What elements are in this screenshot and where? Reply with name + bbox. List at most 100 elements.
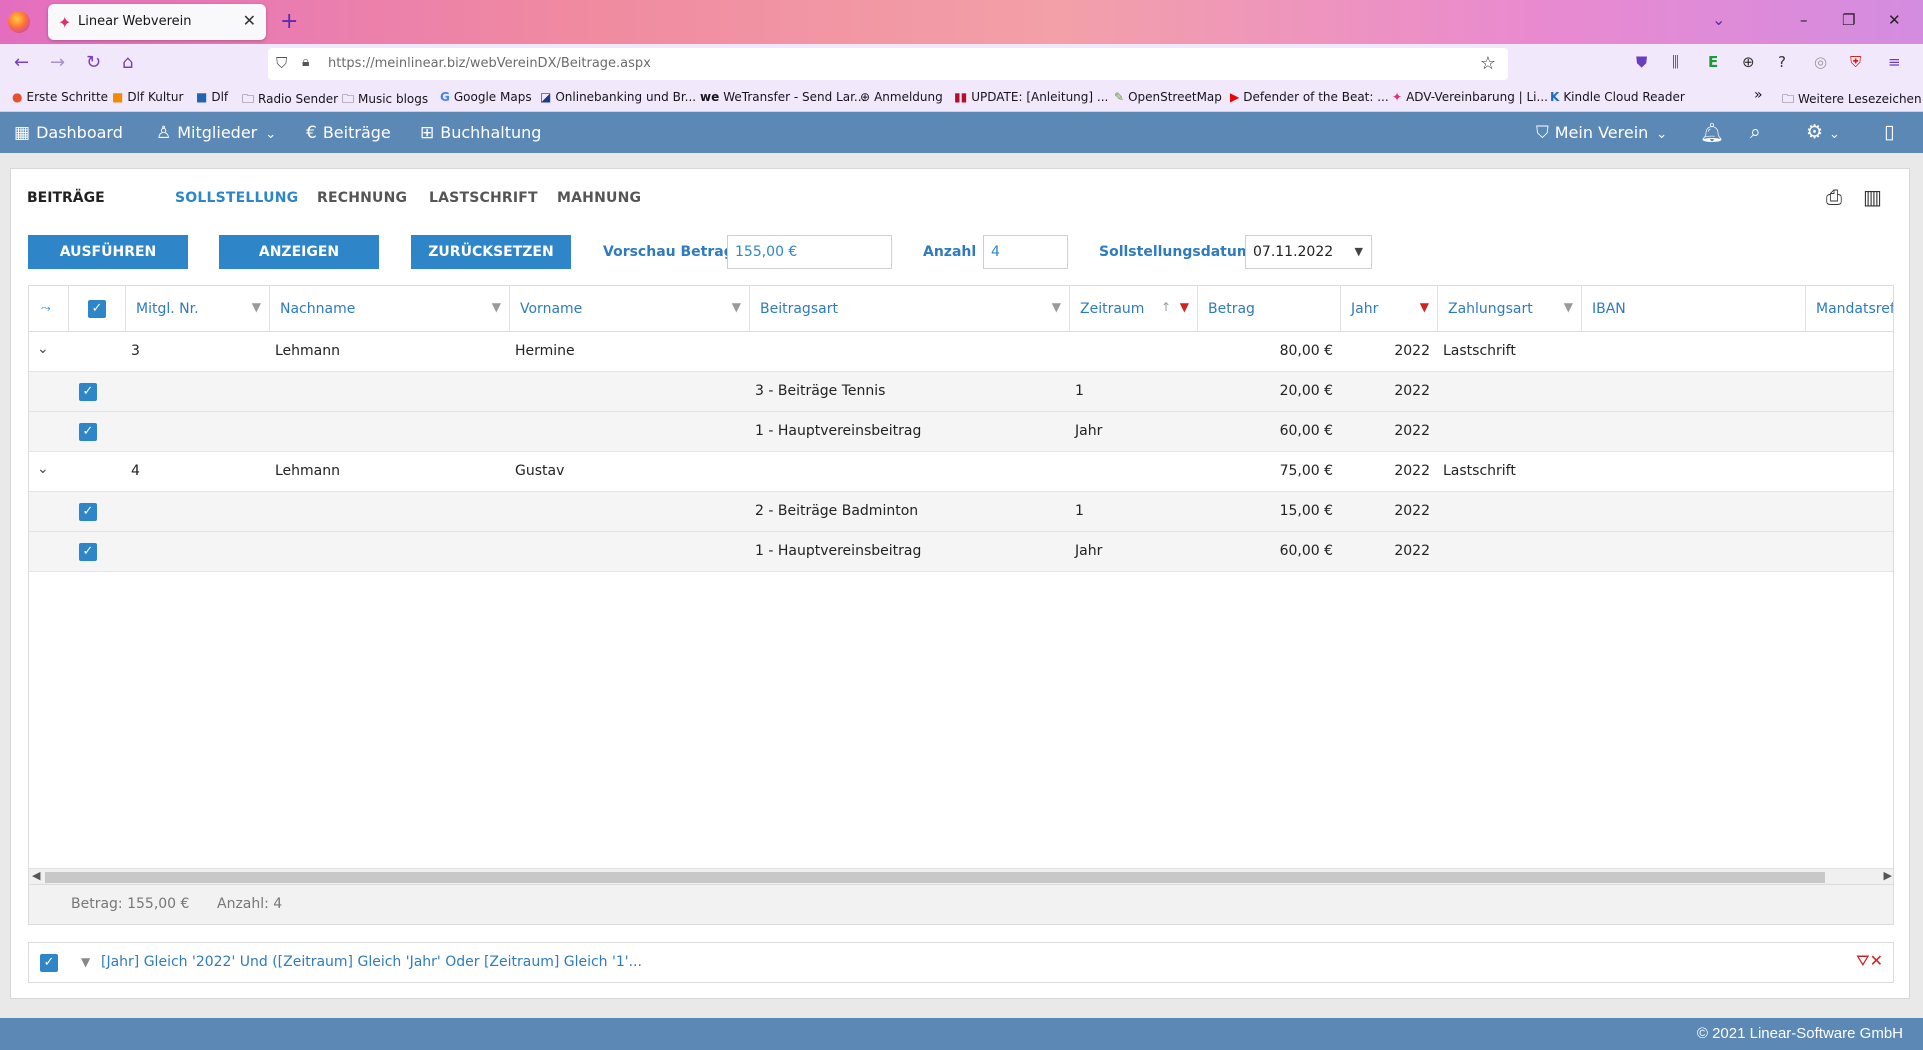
nav-mitglieder[interactable]: ♙ Mitglieder ⌄ [156,123,276,143]
chevron-down-icon[interactable]: ⌄ [37,461,49,477]
col-jahr[interactable]: Jahr ▼ [1341,286,1438,332]
url-bar[interactable]: ⛉ 🔒︎ https://meinlinear.biz/webVereinDX/… [268,48,1508,80]
tracking-shield-icon[interactable]: ⛉ [276,54,287,72]
ausfuehren-button[interactable]: AUSFÜHREN [28,235,188,269]
row-checkbox[interactable]: ✓ [79,503,97,521]
scroll-left-icon[interactable]: ◀ [32,869,40,882]
lock-icon[interactable]: 🔒︎ [302,54,309,70]
filter-icon[interactable]: ▼ [492,300,501,314]
bookmark-item[interactable]: ⊕ Anmeldung [860,90,943,104]
col-betrag[interactable]: Betrag [1198,286,1341,332]
extension-search-icon[interactable]: ⊕ [1742,53,1755,71]
bookmark-item[interactable]: ◪ Onlinebanking und Br... [540,90,696,104]
new-tab-icon[interactable]: + [280,9,298,34]
extension-help-icon[interactable]: ? [1778,53,1786,71]
sort-ascending-icon[interactable]: ↑ [1161,300,1171,314]
caret-down-icon[interactable]: ▼ [1355,236,1363,268]
menu-icon[interactable]: ≡ [1888,53,1901,71]
filter-icon[interactable]: ▼ [732,300,741,314]
nav-buchhaltung[interactable]: ⊞ Buchhaltung [420,123,541,143]
col-beitragsart[interactable]: Beitragsart ▼ [750,286,1070,332]
col-mitgl-nr[interactable]: Mitgl. Nr. ▼ [126,286,270,332]
scroll-right-icon[interactable]: ▶ [1884,869,1892,882]
bookmark-item[interactable]: ● Erste Schritte [12,90,108,104]
filter-enabled-checkbox[interactable]: ✓ [40,954,58,972]
table-row[interactable]: ✓ 2 - Beiträge Badminton 1 15,00 € 2022 [29,492,1893,532]
collapse-all-icon[interactable]: ⤳ [41,301,51,316]
bookmark-item[interactable]: ▮▮ UPDATE: [Anleitung] ... [954,90,1108,104]
expand-column-header[interactable]: ⤳ [29,286,69,332]
table-row[interactable]: ✓ 1 - Hauptvereinsbeitrag Jahr 60,00 € 2… [29,412,1893,452]
forward-icon[interactable]: → [50,52,65,73]
gear-icon[interactable]: ⚙ ⌄ [1806,121,1840,143]
table-row[interactable]: ✓ 3 - Beiträge Tennis 1 20,00 € 2022 [29,372,1893,412]
bookmark-item[interactable]: we WeTransfer - Send Lar... [700,90,865,104]
library-icon[interactable]: ⫼ [1672,53,1679,71]
bookmark-star-icon[interactable]: ☆ [1480,53,1496,74]
filter-expression-link[interactable]: [Jahr] Gleich '2022' Und ([Zeitraum] Gle… [101,954,642,970]
bookmark-item[interactable]: ✦ ADV-Vereinbarung | Li... [1392,90,1548,104]
bookmark-item[interactable]: ▶ Defender of the Beat: ... [1230,90,1389,104]
zuruecksetzen-button[interactable]: ZURÜCKSETZEN [411,235,571,269]
clear-filter-icon[interactable]: ⛛✕ [1856,951,1883,971]
table-row[interactable]: ⌄ 4 Lehmann Gustav 75,00 € 2022 Lastschr… [29,452,1893,492]
bookmark-item[interactable]: 🗀 Radio Sender [242,90,338,111]
chevron-down-icon[interactable]: ⌄ [1712,10,1725,29]
bookmark-item[interactable]: 🗀 Music blogs [342,90,428,111]
close-window-icon[interactable]: ✕ [1888,11,1901,29]
row-checkbox[interactable]: ✓ [79,543,97,561]
tab-sollstellung[interactable]: SOLLSTELLUNG [175,190,298,206]
minimize-icon[interactable]: – [1800,11,1808,29]
ublock-icon[interactable]: ⛨ [1850,53,1861,71]
url-text[interactable]: https://meinlinear.biz/webVereinDX/Beitr… [328,56,651,71]
search-icon[interactable]: ⌕ [1750,121,1761,143]
pocket-icon[interactable]: ⛊ [1636,53,1647,71]
preview-amount-field[interactable]: 155,00 € [727,235,892,269]
filter-active-icon[interactable]: ▼ [1180,300,1189,314]
nav-dashboard[interactable]: ▦ Dashboard [14,123,123,143]
filter-icon[interactable]: ▼ [252,300,261,314]
bell-icon[interactable]: 🔔︎ [1700,121,1724,144]
col-iban[interactable]: IBAN [1582,286,1806,332]
browser-tab[interactable]: ✦ Linear Webverein ✕ [48,4,266,40]
table-row[interactable]: ✓ 1 - Hauptvereinsbeitrag Jahr 60,00 € 2… [29,532,1893,572]
firefox-logo-icon[interactable] [8,11,30,33]
bookmark-item[interactable]: K Kindle Cloud Reader [1550,90,1685,104]
row-checkbox[interactable]: ✓ [79,423,97,441]
more-bookmarks-icon[interactable]: » [1754,87,1763,103]
filter-active-icon[interactable]: ▼ [1420,300,1429,314]
nav-beitraege[interactable]: € Beiträge [306,123,391,143]
count-field[interactable]: 4 [983,235,1068,269]
bookmark-item[interactable]: 🗀 Weitere Lesezeichen [1782,90,1922,111]
horizontal-scrollbar[interactable]: ◀ ▶ [29,868,1893,884]
col-mandatsreferenz[interactable]: Mandatsrefe [1806,286,1893,332]
chevron-down-icon[interactable]: ⌄ [37,341,49,357]
col-zeitraum[interactable]: Zeitraum ↑ ▼ [1070,286,1198,332]
col-vorname[interactable]: Vorname ▼ [510,286,750,332]
col-nachname[interactable]: Nachname ▼ [270,286,510,332]
bookmark-item[interactable]: ■ Dlf Kultur [112,90,183,104]
close-tab-icon[interactable]: ✕ [243,11,256,30]
bookmark-item[interactable]: ✎ OpenStreetMap [1114,90,1222,104]
print-icon[interactable]: ⎙ [1826,185,1842,209]
chart-icon[interactable]: ▥ [1863,185,1882,209]
tab-lastschrift[interactable]: LASTSCHRIFT [429,190,538,206]
select-column-header[interactable]: ✓ [69,286,126,332]
filter-icon[interactable]: ▼ [1052,300,1061,314]
back-icon[interactable]: ← [14,52,29,73]
nav-mein-verein[interactable]: ⛉ Mein Verein ⌄ [1536,123,1667,143]
tab-mahnung[interactable]: MAHNUNG [557,190,641,206]
anzeigen-button[interactable]: ANZEIGEN [219,235,379,269]
tab-rechnung[interactable]: RECHNUNG [317,190,407,206]
date-select[interactable]: 07.11.2022 ▼ [1245,235,1372,269]
scrollbar-thumb[interactable] [45,872,1825,883]
reload-icon[interactable]: ↻ [86,52,101,73]
restore-icon[interactable]: ❐ [1842,11,1855,29]
col-zahlungsart[interactable]: Zahlungsart ▼ [1438,286,1582,332]
bookmark-item[interactable]: G Google Maps [440,90,532,104]
filter-icon[interactable]: ▼ [1564,300,1573,314]
bookmark-item[interactable]: ■ Dlf [196,90,228,104]
panel-toggle-icon[interactable]: ▯ [1884,121,1894,143]
select-all-checkbox[interactable]: ✓ [88,300,106,318]
table-row[interactable]: ⌄ 3 Lehmann Hermine 80,00 € 2022 Lastsch… [29,332,1893,372]
